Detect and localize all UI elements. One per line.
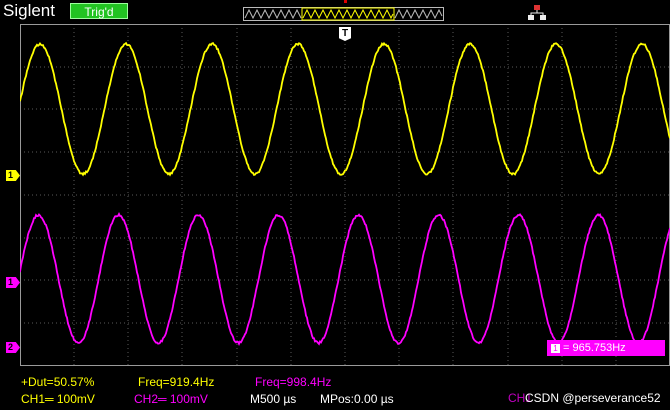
brand-label: Siglent (3, 1, 55, 21)
top-status-bar: Siglent Trig'd (0, 0, 670, 24)
memory-position[interactable]: MPos:0.00 µs (320, 392, 394, 406)
network-icon (528, 5, 546, 21)
timebase-scale[interactable]: M500 µs (250, 392, 296, 406)
frequency-readout: 1 = 965.753Hz (547, 340, 665, 356)
ch1-scale[interactable]: CH1═ 100mV (21, 392, 95, 406)
duty-measure: +Dut=50.57% (21, 375, 94, 389)
channel-badge: 1 (551, 344, 560, 353)
trigger-marker-icon[interactable]: T (339, 27, 351, 41)
ch2-offset-marker[interactable]: 2 (6, 342, 20, 353)
watermark: CSDN @perseverance52 (525, 391, 661, 405)
waveform-display[interactable] (20, 24, 670, 366)
memory-overview-bar[interactable] (243, 7, 444, 21)
ch1-level-marker[interactable]: 1 (6, 170, 20, 181)
ch2-scale[interactable]: CH2═ 100mV (134, 392, 208, 406)
ch2-freq-measure: Freq=998.4Hz (255, 375, 331, 389)
trigger-position-top-marker (344, 0, 347, 3)
ch1-freq-measure: Freq=919.4Hz (138, 375, 214, 389)
frequency-value: = 965.753Hz (563, 342, 626, 354)
ch2-level-marker[interactable]: 1 (6, 277, 20, 288)
trigger-status-badge[interactable]: Trig'd (70, 3, 128, 19)
